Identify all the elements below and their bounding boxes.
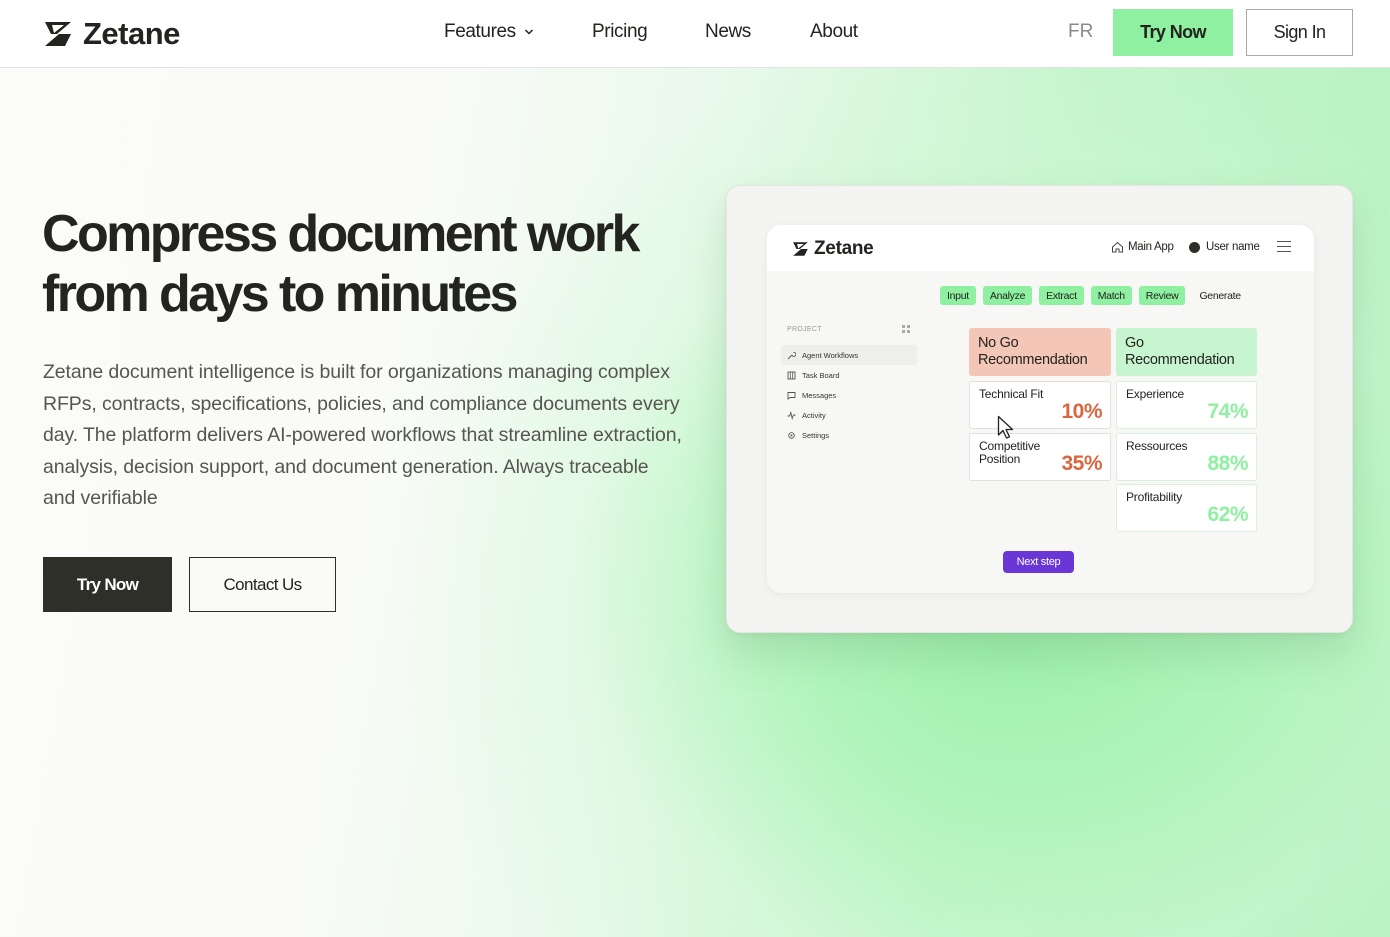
gear-icon — [788, 431, 795, 439]
mockup-app-window: Zetane Main App User name Input Analyze … — [767, 225, 1314, 593]
hero-description: Zetane document intelligence is built fo… — [43, 361, 682, 509]
metric-experience: Experience 74% — [1116, 381, 1257, 429]
avatar — [1189, 241, 1200, 253]
top-nav: Zetane Features Pricing News About FR Tr… — [0, 0, 1390, 68]
metric-technical-fit: Technical Fit 10% — [969, 381, 1111, 429]
try-now-nav-button[interactable]: Try Now — [1113, 9, 1233, 56]
mockup-workflow-steps: Input Analyze Extract Match Review Gener… — [940, 286, 1248, 305]
metric-value: 10% — [1061, 400, 1102, 423]
metric-ressources: Ressources 88% — [1116, 433, 1257, 481]
sidebar-item-activity: Activity — [781, 405, 917, 425]
nav-links: Features Pricing News About — [444, 21, 858, 43]
board-icon — [787, 371, 796, 379]
sidebar-item-label: Agent Workflows — [802, 350, 859, 360]
metric-value: 88% — [1207, 452, 1248, 475]
mockup-user: User name — [1189, 241, 1260, 253]
step-input: Input — [940, 286, 976, 305]
sign-in-button[interactable]: Sign In — [1246, 9, 1353, 56]
hero-title: Compress document work from days to minu… — [42, 204, 682, 324]
sidebar-item-label: Messages — [802, 390, 837, 400]
metric-value: 74% — [1207, 400, 1248, 423]
hero-title-line-1: Compress document work — [42, 205, 640, 263]
step-match: Match — [1090, 286, 1132, 305]
step-extract: Extract — [1039, 286, 1084, 305]
try-now-hero-button[interactable]: Try Now — [43, 557, 172, 612]
mockup-sidebar: Agent Workflows Task Board Messages Acti… — [781, 345, 917, 445]
hero-title-line-2: from days to minutes — [42, 265, 518, 323]
home-icon — [1112, 241, 1123, 253]
metric-value: 62% — [1207, 503, 1248, 526]
sidebar-item-label: Activity — [802, 410, 826, 420]
hamburger-menu-icon — [1277, 241, 1291, 253]
nav-pricing[interactable]: Pricing — [592, 21, 705, 43]
metric-label: Technical Fit — [979, 387, 1044, 401]
nav-features-label: Features — [444, 21, 516, 42]
go-recommendation-header: Go Recommendation — [1116, 328, 1257, 376]
sidebar-item-task-board: Task Board — [781, 365, 917, 385]
metric-label: Experience — [1126, 387, 1185, 401]
no-go-recommendation-header: No Go Recommendation — [969, 328, 1111, 376]
nav-features[interactable]: Features — [444, 21, 592, 43]
mockup-sidebar-heading: PROJECT — [787, 326, 822, 333]
mockup-main-app-link: Main App — [1111, 241, 1174, 253]
message-icon — [787, 391, 796, 400]
nav-news[interactable]: News — [705, 21, 810, 43]
metric-label: Competitive Position — [979, 439, 1041, 466]
next-step-button: Next step — [1003, 551, 1074, 573]
nav-about[interactable]: About — [810, 21, 858, 43]
contact-us-button[interactable]: Contact Us — [189, 557, 336, 612]
step-generate: Generate — [1199, 289, 1241, 302]
mockup-brand-name: Zetane — [814, 238, 874, 259]
mouse-cursor-icon — [997, 415, 1014, 439]
zetane-logo-icon — [45, 22, 71, 46]
grid-icon — [902, 325, 910, 333]
mockup-username: User name — [1206, 241, 1260, 253]
metric-label: Profitability — [1126, 490, 1183, 504]
mockup-main-app-label: Main App — [1128, 241, 1174, 253]
sidebar-item-label: Task Board — [802, 370, 840, 380]
sidebar-item-agent-workflows: Agent Workflows — [781, 345, 917, 365]
step-review: Review — [1138, 286, 1186, 305]
mockup-logo: Zetane — [792, 238, 874, 260]
product-mockup-frame: Zetane Main App User name Input Analyze … — [726, 185, 1353, 633]
activity-icon — [787, 410, 796, 420]
sidebar-item-label: Settings — [802, 430, 830, 440]
mockup-app-bar: Zetane Main App User name — [767, 225, 1314, 271]
metric-label: Ressources — [1126, 439, 1188, 453]
metric-profitability: Profitability 62% — [1116, 484, 1257, 532]
sidebar-item-messages: Messages — [781, 385, 917, 405]
chevron-down-icon — [524, 28, 534, 36]
step-analyze: Analyze — [982, 286, 1033, 305]
brand-logo[interactable]: Zetane — [43, 16, 180, 52]
language-toggle[interactable]: FR — [1068, 21, 1093, 43]
brand-name: Zetane — [83, 16, 180, 51]
sidebar-item-settings: Settings — [781, 425, 917, 445]
metric-competitive-position: Competitive Position 35% — [969, 433, 1111, 481]
zetane-logo-icon — [793, 242, 808, 256]
metric-value: 35% — [1061, 452, 1102, 475]
wrench-icon — [787, 351, 796, 359]
